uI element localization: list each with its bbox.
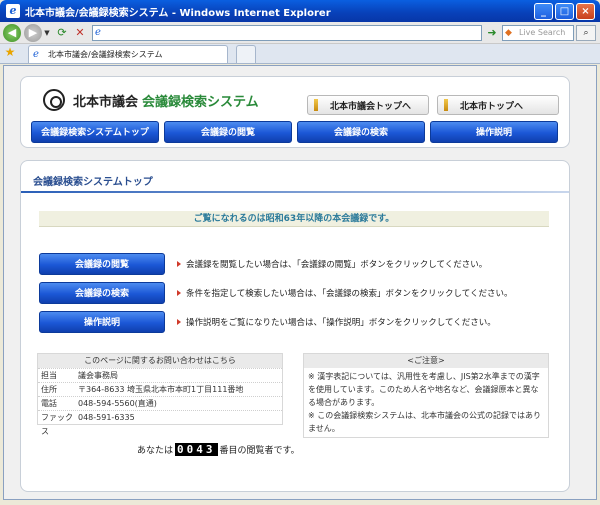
site-logo[interactable]: 北本市議会 会議録検索システム <box>43 89 259 111</box>
new-tab[interactable] <box>236 45 256 63</box>
tab-page-icon: e <box>33 49 39 60</box>
table-row: ファックス 048-591-6335 <box>38 410 282 436</box>
forward-button[interactable]: ▶ <box>24 23 42 42</box>
city-top-link[interactable]: 北本市トップへ <box>437 95 559 115</box>
link-bar-icon <box>444 99 448 111</box>
arrow-right-icon <box>177 319 181 325</box>
caution-body: ※ 漢字表記については、汎用性を考慮し、JIS第2水準までの漢字を使用しています… <box>304 368 548 437</box>
main-content: 会議録検索システムトップ ご覧になれるのは昭和63年以降の本会議録です。 会議録… <box>20 160 570 492</box>
refresh-icon[interactable]: ⟳ <box>54 25 70 41</box>
menu-system-top[interactable]: 会議録検索システムトップ <box>31 121 159 143</box>
contact-key: ファックス <box>41 413 73 436</box>
contact-value: 議会事務局 <box>78 371 118 380</box>
ie-icon: e <box>6 4 20 18</box>
search-description: 条件を指定して検索したい場合は、「会議録の検索」ボタンをクリックしてください。 <box>186 289 513 299</box>
contact-heading: このページに関するお問い合わせはこちら <box>38 354 282 368</box>
menu-browse[interactable]: 会議録の閲覧 <box>164 121 292 143</box>
menu-help[interactable]: 操作説明 <box>430 121 558 143</box>
system-name: 会議録検索システム <box>142 94 259 110</box>
title-divider <box>21 191 569 193</box>
go-icon[interactable]: ➜ <box>484 25 500 41</box>
window-title: 北本市議会/会議録検索システム - Windows Internet Explo… <box>25 7 331 19</box>
counter-suffix: 番目の閲覧者です。 <box>219 446 300 456</box>
page-viewport: 北本市議会 会議録検索システム 北本市議会トップへ 北本市トップへ 会議録検索シ… <box>3 65 597 500</box>
arrow-right-icon <box>177 261 181 267</box>
search-icon[interactable]: ⌕ <box>576 24 596 41</box>
caution-line: ※ 漢字表記については、汎用性を考慮し、JIS第2水準までの漢字を使用しています… <box>308 372 540 407</box>
arrow-right-icon <box>177 290 181 296</box>
help-button[interactable]: 操作説明 <box>39 311 165 333</box>
counter-digits: 0043 <box>175 443 218 456</box>
contact-key: 担当 <box>41 371 57 380</box>
search-placeholder: Live Search <box>519 28 566 37</box>
back-button[interactable]: ◀ <box>3 23 21 42</box>
close-button[interactable]: × <box>576 2 595 20</box>
contact-value: 048-594-5560(直通) <box>78 399 157 408</box>
table-row: 電話 048-594-5560(直通) <box>38 396 282 410</box>
search-input[interactable]: ◆ Live Search <box>502 24 574 41</box>
history-dropdown-icon[interactable]: ▼ <box>42 29 52 37</box>
window-titlebar: e 北本市議会/会議録検索システム - Windows Internet Exp… <box>0 0 600 22</box>
site-header: 北本市議会 会議録検索システム 北本市議会トップへ 北本市トップへ 会議録検索シ… <box>20 76 570 148</box>
browse-description: 会議録を閲覧したい場合は、「会議録の閲覧」ボタンをクリックしてください。 <box>186 260 488 270</box>
contact-table: このページに関するお問い合わせはこちら 担当 議会事務局 住所 〒364-863… <box>37 353 283 436</box>
city-top-label: 北本市トップへ <box>460 101 524 112</box>
address-bar: ◀ ▶ ▼ ⟳ ✕ e ➜ ◆ Live Search ⌕ <box>0 22 600 44</box>
browse-button[interactable]: 会議録の閲覧 <box>39 253 165 275</box>
caution-box: <ご注意> ※ 漢字表記については、汎用性を考慮し、JIS第2水準までの漢字を使… <box>303 353 549 438</box>
minimize-button[interactable]: _ <box>534 2 553 20</box>
tab-title: 北本市議会/会議録検索システム <box>48 50 163 59</box>
link-bar-icon <box>314 99 318 111</box>
favorites-star-icon[interactable]: ★ <box>0 45 20 63</box>
city-emblem-icon <box>43 89 65 111</box>
caution-line: ※ この会議録検索システムは、北本市議会の公式の記録ではありません。 <box>308 411 542 433</box>
visitor-counter: あなたは 0043 番目の閲覧者です。 <box>137 443 300 456</box>
notice-banner: ご覧になれるのは昭和63年以降の本会議録です。 <box>39 211 549 227</box>
maximize-button[interactable]: □ <box>555 2 574 20</box>
contact-value: 〒364-8633 埼玉県北本市本町1丁目111番地 <box>78 385 244 394</box>
tab-active[interactable]: e 北本市議会/会議録検索システム <box>28 45 228 63</box>
tab-bar: ★ e 北本市議会/会議録検索システム <box>0 44 600 64</box>
menu-search[interactable]: 会議録の検索 <box>297 121 425 143</box>
caution-heading: <ご注意> <box>304 354 548 368</box>
page-title: 会議録検索システムトップ <box>33 177 153 188</box>
table-row: 住所 〒364-8633 埼玉県北本市本町1丁目111番地 <box>38 382 282 396</box>
live-search-icon: ◆ <box>505 27 512 38</box>
contact-key: 電話 <box>41 399 57 408</box>
page-icon: e <box>95 27 101 38</box>
site-name: 北本市議会 <box>73 94 139 110</box>
stop-icon[interactable]: ✕ <box>72 25 88 41</box>
search-button[interactable]: 会議録の検索 <box>39 282 165 304</box>
contact-value: 048-591-6335 <box>78 413 135 422</box>
contact-key: 住所 <box>41 385 57 394</box>
action-row-help: 操作説明 操作説明をご覧になりたい場合は、「操作説明」ボタンをクリックしてくださ… <box>39 311 496 333</box>
counter-prefix: あなたは <box>137 446 174 456</box>
help-description: 操作説明をご覧になりたい場合は、「操作説明」ボタンをクリックしてください。 <box>186 318 496 328</box>
action-row-search: 会議録の検索 条件を指定して検索したい場合は、「会議録の検索」ボタンをクリックし… <box>39 282 513 304</box>
action-row-browse: 会議録の閲覧 会議録を閲覧したい場合は、「会議録の閲覧」ボタンをクリックしてくだ… <box>39 253 487 275</box>
council-top-link[interactable]: 北本市議会トップへ <box>307 95 429 115</box>
table-row: 担当 議会事務局 <box>38 368 282 382</box>
council-top-label: 北本市議会トップへ <box>330 101 412 112</box>
url-input[interactable]: e <box>92 24 482 41</box>
